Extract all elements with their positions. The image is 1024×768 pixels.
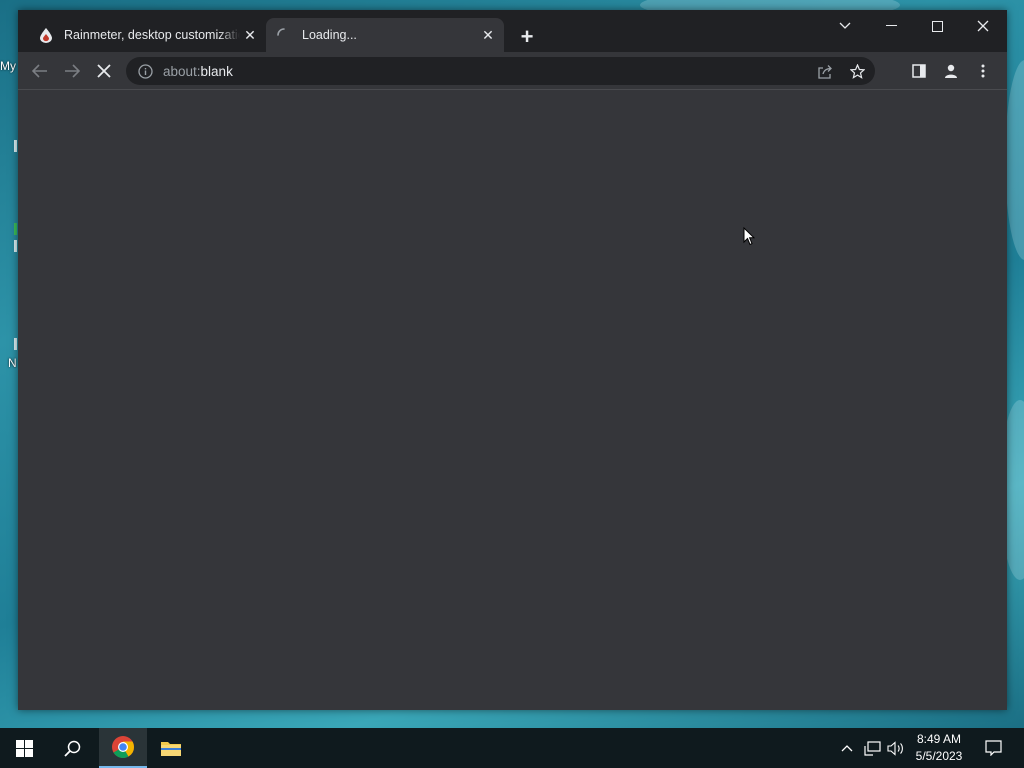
share-icon[interactable]	[811, 57, 839, 85]
side-panel-icon[interactable]	[904, 56, 934, 86]
tab-title: Loading...	[302, 28, 357, 42]
desktop-label-n[interactable]: N	[8, 356, 17, 370]
browser-toolbar: about:blank	[18, 52, 1007, 90]
tab-rainmeter[interactable]: Rainmeter, desktop customization tool ✕	[28, 18, 266, 52]
back-arrow-icon[interactable]	[25, 56, 55, 86]
tab-search-chevron-icon[interactable]	[822, 10, 868, 42]
stop-loading-x-icon[interactable]	[89, 56, 119, 86]
address-url[interactable]: about:blank	[163, 64, 811, 79]
desktop-icon[interactable]	[14, 338, 17, 350]
info-icon[interactable]	[136, 62, 154, 80]
network-icon[interactable]	[860, 728, 884, 768]
file-explorer-icon[interactable]	[147, 728, 195, 768]
maximize-icon[interactable]	[914, 10, 960, 42]
volume-speaker-icon[interactable]	[884, 728, 906, 768]
tab-close-icon[interactable]: ✕	[240, 25, 260, 45]
address-bar[interactable]: about:blank	[126, 57, 875, 85]
loading-spinner-icon	[276, 27, 292, 43]
clock-date: 5/5/2023	[915, 749, 963, 763]
windows-start-icon[interactable]	[0, 728, 48, 768]
clock-time: 8:49 AM	[916, 732, 962, 746]
chrome-window: Rainmeter, desktop customization tool ✕ …	[18, 10, 1007, 710]
desktop-icon[interactable]	[14, 140, 17, 152]
new-tab-plus-icon[interactable]: +	[515, 24, 539, 49]
action-center-notification-icon[interactable]	[978, 728, 1008, 768]
rainmeter-drop-icon	[38, 27, 54, 43]
tab-title: Rainmeter, desktop customization tool	[64, 28, 240, 42]
chrome-icon[interactable]	[99, 728, 147, 768]
tab-loading[interactable]: Loading... ✕	[266, 18, 504, 52]
desktop-icon[interactable]	[14, 223, 17, 235]
bookmark-star-icon[interactable]	[843, 57, 871, 85]
windows-taskbar: 8:49 AM 5/5/2023	[0, 728, 1024, 768]
url-path: blank	[200, 63, 233, 79]
url-scheme: about:	[163, 63, 201, 79]
forward-arrow-icon[interactable]	[57, 56, 87, 86]
wallpaper-highlight	[1005, 60, 1024, 260]
desktop-label-my[interactable]: My	[0, 59, 16, 73]
title-bar[interactable]: Rainmeter, desktop customization tool ✕ …	[18, 10, 1007, 52]
tab-close-icon[interactable]: ✕	[478, 25, 498, 45]
search-icon[interactable]	[48, 728, 96, 768]
profile-avatar-icon[interactable]	[936, 56, 966, 86]
mouse-cursor-icon	[743, 226, 756, 251]
system-clock[interactable]: 8:49 AM 5/5/2023	[908, 731, 970, 765]
desktop-icon[interactable]	[14, 240, 17, 252]
close-window-icon[interactable]	[960, 10, 1006, 42]
kebab-menu-icon[interactable]	[968, 56, 998, 86]
page-content[interactable]	[18, 91, 1007, 710]
show-hidden-icons-chevron-icon[interactable]	[836, 728, 858, 768]
minimize-icon[interactable]	[868, 10, 914, 42]
